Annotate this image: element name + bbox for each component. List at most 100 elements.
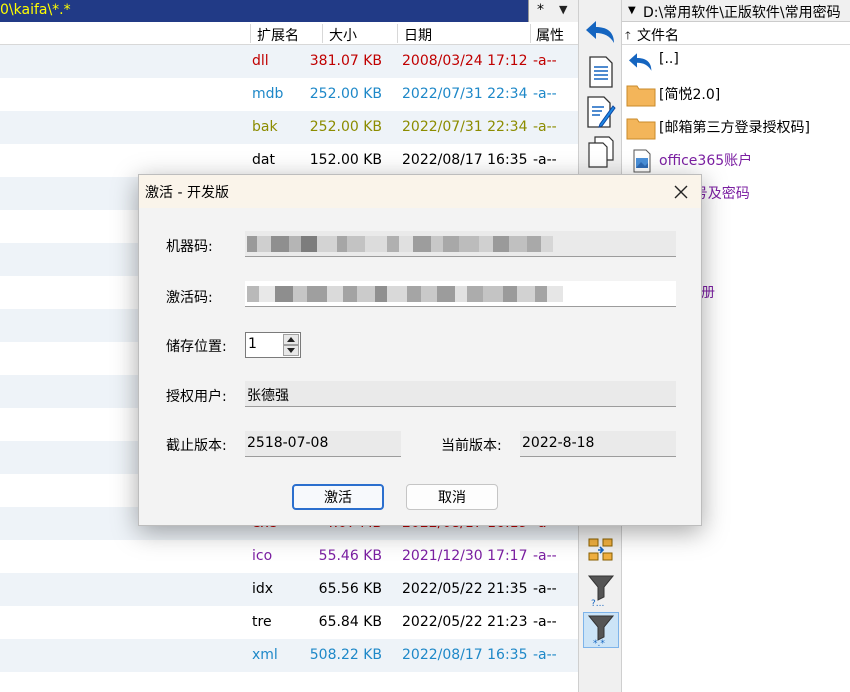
cell-ext: dat: [252, 152, 275, 168]
activation-code-input[interactable]: [245, 281, 676, 307]
cell-attr: -a--: [533, 647, 557, 663]
compare-dirs-icon: [588, 538, 613, 561]
expiry-version-field[interactable]: 2518-07-08: [245, 431, 401, 457]
table-row[interactable]: ico 55.46 KB 2021/12/30 17:17 -a--: [0, 540, 578, 573]
left-path-bar[interactable]: 0\kaifa\*.* * ▼: [0, 0, 578, 22]
list-item-name: [..]: [659, 51, 679, 67]
left-filter-dropdown[interactable]: * ▼: [528, 0, 578, 22]
copy-button[interactable]: [583, 134, 619, 170]
go-up-icon: [629, 53, 652, 71]
filter-custom-button[interactable]: ?...: [583, 572, 619, 608]
dialog-title: 激活 - 开发版: [145, 185, 229, 201]
column-separator: [397, 24, 398, 43]
cancel-button[interactable]: 取消: [406, 484, 498, 510]
cell-attr: -a--: [533, 581, 557, 597]
activation-code-label: 激活码:: [166, 290, 213, 306]
table-row[interactable]: idx 65.56 KB 2022/05/22 21:35 -a--: [0, 573, 578, 606]
column-separator: [250, 24, 251, 43]
cell-date: 2022/07/31 22:34: [402, 86, 528, 102]
table-row[interactable]: dll 381.07 KB 2008/03/24 17:12 -a--: [0, 45, 578, 78]
table-row[interactable]: mdb 252.00 KB 2022/07/31 22:34 -a--: [0, 78, 578, 111]
licensed-user-field[interactable]: 张德强: [245, 381, 676, 407]
cell-size: 252.00 KB: [309, 119, 382, 135]
list-item-icon: [626, 83, 656, 107]
current-version-label: 当前版本:: [441, 438, 502, 454]
folder-icon: [626, 118, 656, 140]
cell-attr: -a--: [533, 548, 557, 564]
column-size[interactable]: 大小: [329, 25, 357, 45]
compare-button[interactable]: [583, 532, 619, 568]
column-ext[interactable]: 扩展名: [257, 25, 299, 45]
cell-date: 2022/05/22 21:23: [402, 614, 528, 630]
licensed-user-label: 授权用户:: [166, 389, 227, 405]
dialog-titlebar[interactable]: 激活 - 开发版: [139, 175, 701, 208]
filter-custom-text: ?...: [591, 599, 604, 607]
cell-date: 2022/08/17 16:35: [402, 152, 528, 168]
cell-ext: tre: [252, 614, 272, 630]
list-item[interactable]: [简悦2.0]: [622, 78, 850, 111]
cell-ext: idx: [252, 581, 274, 597]
list-item-icon: [626, 116, 656, 140]
list-item-name: [简悦2.0]: [659, 87, 721, 103]
chevron-down-icon: ▼: [628, 5, 636, 16]
column-date[interactable]: 日期: [404, 25, 432, 45]
current-version-field[interactable]: 2022-8-18: [520, 431, 676, 457]
blurred-text: [247, 236, 674, 252]
right-path-text: D:\常用软件\正版软件\常用密码: [643, 5, 841, 21]
list-item[interactable]: office365账户: [622, 144, 850, 177]
storage-label: 储存位置:: [166, 339, 227, 355]
machine-code-field[interactable]: [245, 231, 676, 257]
list-item[interactable]: [邮箱第三方登录授权码]: [622, 111, 850, 144]
blurred-text: [247, 286, 674, 302]
filter-all-text: *.*: [593, 639, 605, 647]
storage-value: 1: [248, 336, 257, 352]
view-button[interactable]: [583, 54, 619, 90]
cell-size: 65.84 KB: [318, 614, 382, 630]
edit-button[interactable]: [583, 94, 619, 130]
table-row[interactable]: tre 65.84 KB 2022/05/22 21:23 -a--: [0, 606, 578, 639]
view-document-icon: [589, 56, 613, 88]
activate-button[interactable]: 激活: [292, 484, 384, 510]
close-button[interactable]: [665, 177, 697, 206]
cell-attr: -a--: [533, 152, 557, 168]
cell-size: 65.56 KB: [318, 581, 382, 597]
list-item-icon: [626, 149, 656, 173]
list-item-name: [邮箱第三方登录授权码]: [659, 120, 810, 136]
list-item-name: office365账户: [659, 153, 753, 169]
cell-size: 508.22 KB: [309, 647, 382, 663]
table-row[interactable]: bak 252.00 KB 2022/07/31 22:34 -a--: [0, 111, 578, 144]
column-separator: [530, 24, 531, 43]
right-path-bar[interactable]: ▼ D:\常用软件\正版软件\常用密码: [622, 0, 850, 22]
go-up-button[interactable]: [583, 14, 619, 50]
cell-size: 55.46 KB: [318, 548, 382, 564]
right-column-header[interactable]: 🡑 文件名: [622, 22, 850, 45]
document-image-icon: [633, 149, 651, 173]
cell-size: 152.00 KB: [309, 152, 382, 168]
cell-size: 381.07 KB: [309, 53, 382, 69]
stepper-down-button[interactable]: [283, 345, 299, 356]
column-filename: 文件名: [637, 28, 679, 44]
folder-icon: [626, 85, 656, 107]
filter-custom-icon: ?...: [587, 575, 615, 607]
stepper-buttons: [283, 334, 299, 356]
table-row[interactable]: dat 152.00 KB 2022/08/17 16:35 -a--: [0, 144, 578, 177]
cell-date: 2022/08/17 16:35: [402, 647, 528, 663]
table-row[interactable]: xml 508.22 KB 2022/08/17 16:35 -a--: [0, 639, 578, 672]
filter-all-button[interactable]: *.*: [583, 612, 619, 648]
cell-ext: xml: [252, 647, 278, 663]
activation-dialog: 激活 - 开发版 机器码: 激活码: 储存位置: 1 授权用户: 张德强 截止版…: [138, 174, 702, 526]
column-separator: [322, 24, 323, 43]
triangle-up-icon: [287, 337, 295, 342]
copy-document-icon: [588, 136, 614, 168]
stepper-up-button[interactable]: [283, 334, 299, 345]
edit-document-icon: [587, 96, 616, 128]
storage-stepper[interactable]: 1: [245, 332, 301, 358]
cell-size: 252.00 KB: [309, 86, 382, 102]
column-attr[interactable]: 属性: [536, 25, 564, 45]
cell-date: 2021/12/30 17:17: [402, 548, 528, 564]
cell-ext: mdb: [252, 86, 284, 102]
cell-date: 2022/07/31 22:34: [402, 119, 528, 135]
left-path-text: 0\kaifa\*.*: [0, 2, 71, 18]
list-item[interactable]: [..]: [622, 45, 850, 78]
triangle-down-icon: [287, 348, 295, 353]
